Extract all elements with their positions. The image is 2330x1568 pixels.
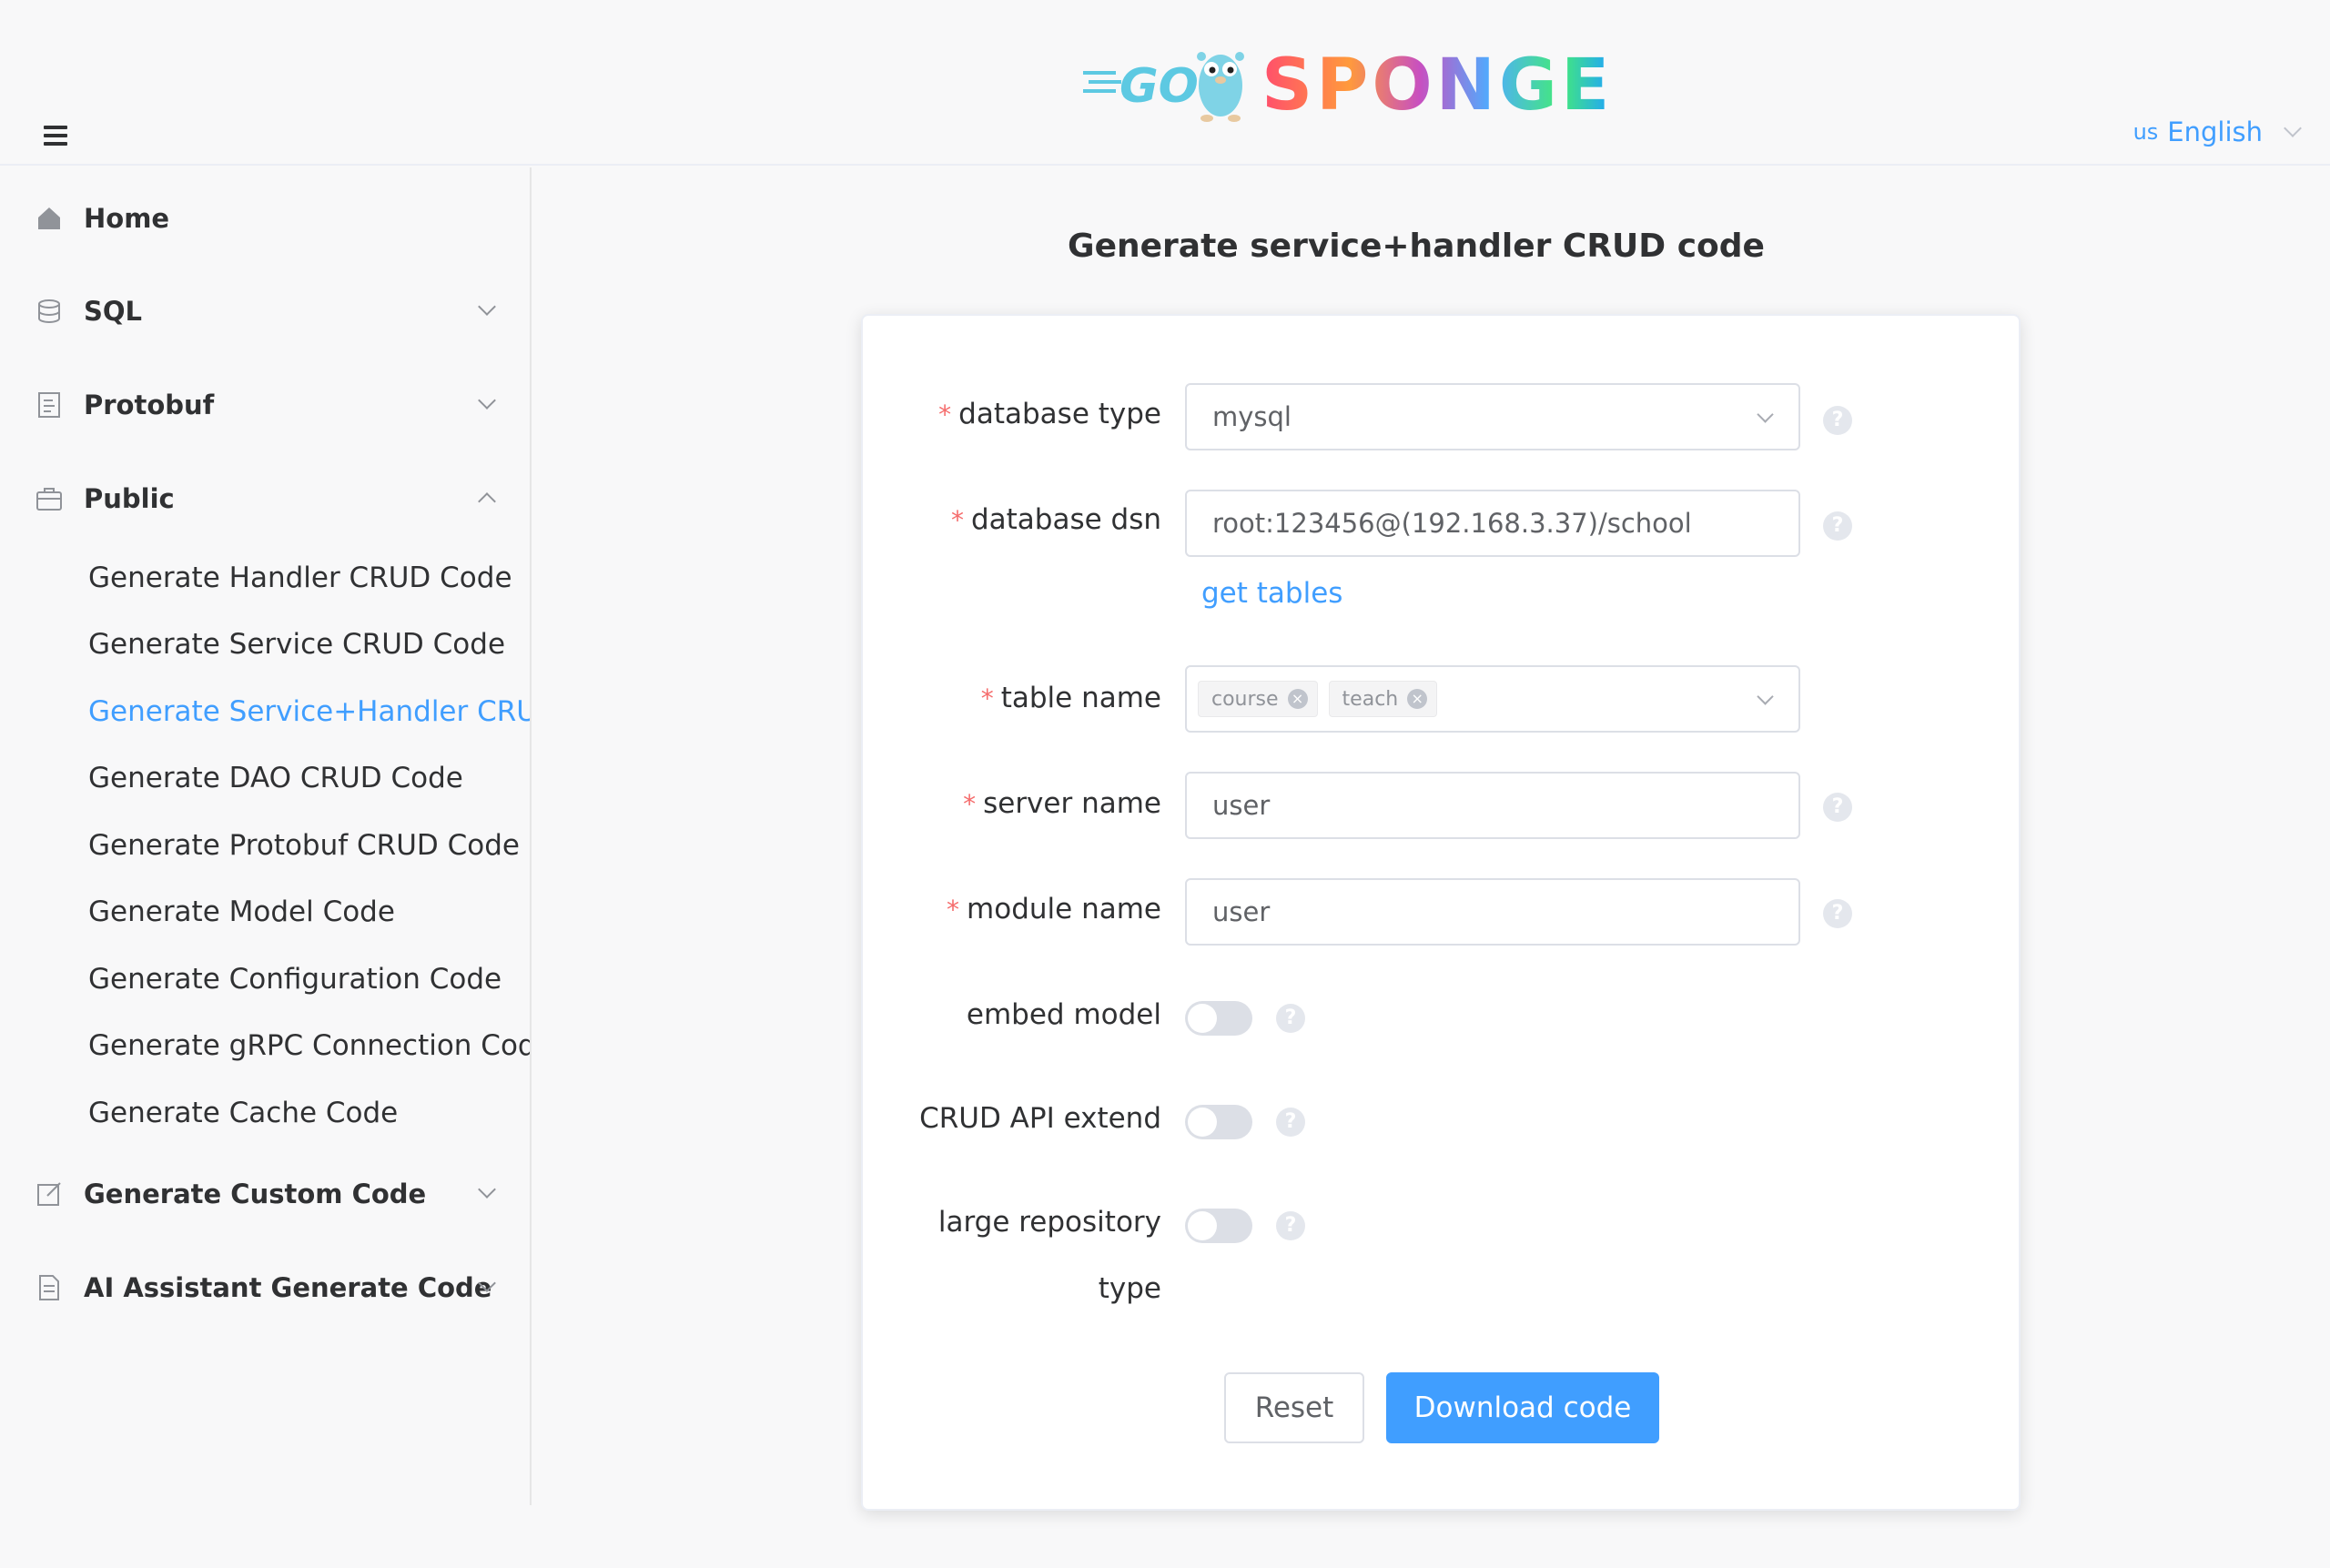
sidebar-item-label: SQL bbox=[84, 296, 143, 327]
language-label: English bbox=[2167, 116, 2263, 147]
us-flag-icon: us bbox=[2132, 119, 2159, 145]
help-icon[interactable]: ? bbox=[1823, 406, 1852, 435]
database-type-select[interactable]: mysql bbox=[1185, 383, 1800, 450]
switch-knob bbox=[1188, 1211, 1217, 1240]
table-name-multiselect[interactable]: course × teach × bbox=[1185, 665, 1800, 733]
database-dsn-label: * database dsn bbox=[950, 503, 1161, 536]
help-icon[interactable]: ? bbox=[1823, 899, 1852, 928]
chevron-down-icon bbox=[1757, 406, 1774, 423]
svg-text:SPONGE: SPONGE bbox=[1261, 45, 1613, 126]
chevron-down-icon bbox=[478, 391, 496, 410]
language-selector[interactable]: us English bbox=[2132, 116, 2302, 147]
database-icon bbox=[38, 299, 60, 324]
top-header: GO SPONGE us English bbox=[0, 0, 2330, 166]
sidebar-item-label: Generate Custom Code bbox=[84, 1179, 427, 1209]
tag-close-icon[interactable]: × bbox=[1407, 689, 1428, 709]
briefcase-icon bbox=[36, 488, 62, 511]
menu-toggle-icon[interactable] bbox=[44, 126, 67, 146]
switch-knob bbox=[1188, 1004, 1217, 1033]
large-repository-switch[interactable] bbox=[1185, 1209, 1252, 1243]
table-tag: course × bbox=[1198, 681, 1318, 717]
chevron-down-icon bbox=[478, 298, 496, 316]
chevron-down-icon bbox=[478, 1180, 496, 1199]
sidebar-item-sql[interactable]: SQL bbox=[0, 275, 530, 348]
database-dsn-value: root:123456@(192.168.3.37)/school bbox=[1212, 508, 1692, 539]
embed-model-label: embed model bbox=[966, 998, 1161, 1031]
sidebar-subitem-configuration[interactable]: Generate Configuration Code bbox=[88, 956, 501, 1002]
home-icon bbox=[38, 207, 60, 229]
download-code-button[interactable]: Download code bbox=[1386, 1372, 1659, 1443]
page-title: Generate service+handler CRUD code bbox=[1068, 228, 1765, 265]
embed-model-switch[interactable] bbox=[1185, 1001, 1252, 1036]
module-name-value: user bbox=[1212, 896, 1271, 927]
help-icon[interactable]: ? bbox=[1276, 1108, 1305, 1137]
help-icon[interactable]: ? bbox=[1823, 511, 1852, 541]
large-repository-label-line2: type bbox=[1098, 1272, 1161, 1305]
help-icon[interactable]: ? bbox=[1276, 1211, 1305, 1240]
module-name-input[interactable]: user bbox=[1185, 878, 1800, 946]
required-asterisk: * bbox=[950, 505, 964, 535]
edit-icon bbox=[37, 1182, 61, 1206]
server-name-input[interactable]: user bbox=[1185, 772, 1800, 839]
sidebar-item-home[interactable]: Home bbox=[0, 182, 530, 255]
chevron-down-icon bbox=[2284, 119, 2302, 137]
sidebar-subitem-grpc-connection[interactable]: Generate gRPC Connection Code bbox=[88, 1023, 530, 1068]
sidebar-subitem-cache[interactable]: Generate Cache Code bbox=[88, 1090, 398, 1136]
large-repository-label: large repository bbox=[937, 1206, 1161, 1239]
required-asterisk: * bbox=[980, 683, 994, 713]
chevron-down-icon bbox=[1757, 688, 1774, 705]
sidebar-subitem-dao-crud[interactable]: Generate DAO CRUD Code bbox=[88, 755, 463, 801]
tag-close-icon[interactable]: × bbox=[1287, 689, 1308, 709]
database-type-label: * database type bbox=[938, 398, 1161, 430]
sidebar-item-protobuf[interactable]: Protobuf bbox=[0, 369, 530, 441]
sidebar-item-label: Home bbox=[84, 203, 170, 234]
database-type-value: mysql bbox=[1212, 401, 1292, 432]
table-tag: teach × bbox=[1328, 681, 1438, 717]
database-dsn-input[interactable]: root:123456@(192.168.3.37)/school bbox=[1185, 490, 1800, 557]
chevron-up-icon bbox=[478, 492, 496, 511]
file-icon bbox=[39, 1275, 59, 1300]
sidebar-subitem-handler-crud[interactable]: Generate Handler CRUD Code bbox=[88, 555, 512, 601]
module-name-label: * module name bbox=[947, 893, 1161, 926]
required-asterisk: * bbox=[963, 789, 977, 819]
server-name-value: user bbox=[1212, 790, 1271, 821]
sidebar-subitem-model[interactable]: Generate Model Code bbox=[88, 889, 395, 935]
sidebar-item-public[interactable]: Public bbox=[0, 462, 530, 535]
help-icon[interactable]: ? bbox=[1276, 1004, 1305, 1033]
sidebar-subitem-service-crud[interactable]: Generate Service CRUD Code bbox=[88, 622, 505, 667]
switch-knob bbox=[1188, 1108, 1217, 1137]
table-name-label: * table name bbox=[980, 682, 1161, 714]
sidebar-subitem-protobuf-crud[interactable]: Generate Protobuf CRUD Code bbox=[88, 823, 520, 868]
required-asterisk: * bbox=[947, 895, 960, 925]
sidebar: Home SQL Protobuf Public Generate Handle… bbox=[0, 167, 532, 1505]
sidebar-item-label: Protobuf bbox=[84, 389, 215, 420]
sidebar-item-label: Public bbox=[84, 483, 175, 514]
server-name-label: * server name bbox=[963, 787, 1161, 820]
go-sponge-logo: GO SPONGE bbox=[1083, 45, 1613, 126]
sidebar-item-ai-assistant[interactable]: AI Assistant Generate Code bbox=[0, 1251, 530, 1324]
get-tables-link[interactable]: get tables bbox=[1201, 577, 1342, 610]
help-icon[interactable]: ? bbox=[1823, 793, 1852, 822]
sidebar-subitem-service-handler-crud[interactable]: Generate Service+Handler CRUD Code bbox=[88, 689, 530, 734]
crud-api-extend-switch[interactable] bbox=[1185, 1105, 1252, 1139]
sidebar-item-label: AI Assistant Generate Code bbox=[84, 1272, 492, 1303]
required-asterisk: * bbox=[938, 400, 952, 430]
document-icon bbox=[38, 392, 60, 418]
sidebar-item-custom-code[interactable]: Generate Custom Code bbox=[0, 1158, 530, 1230]
crud-api-extend-label: CRUD API extend bbox=[919, 1102, 1161, 1135]
svg-text:GO: GO bbox=[1119, 59, 1199, 114]
reset-button[interactable]: Reset bbox=[1224, 1372, 1364, 1443]
